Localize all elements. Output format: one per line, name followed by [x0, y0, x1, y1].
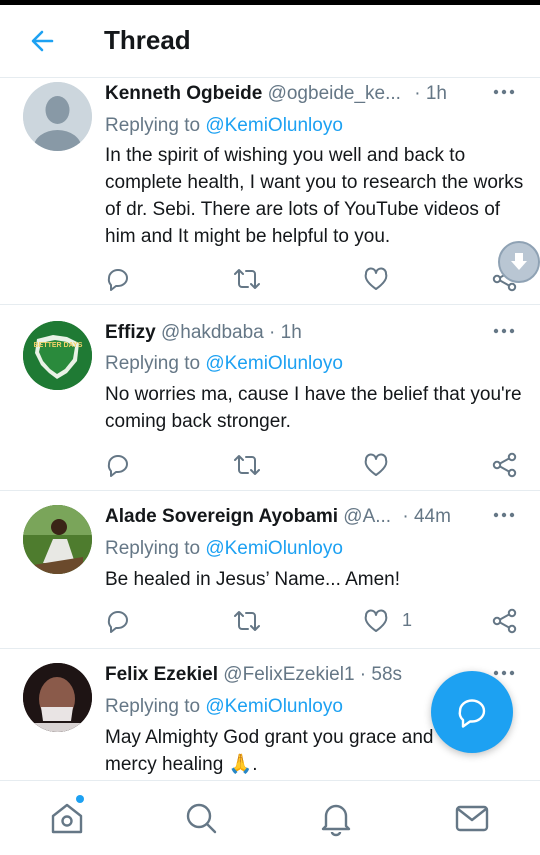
- down-arrow-icon: [511, 253, 527, 270]
- like-button[interactable]: [362, 451, 390, 479]
- timestamp[interactable]: 58s: [371, 664, 402, 685]
- retweet-icon: [234, 269, 260, 289]
- timestamp[interactable]: 1h: [281, 322, 302, 343]
- retweet-icon: [234, 611, 260, 631]
- tweet-header: Effizy @hakdbaba · 1h: [105, 322, 520, 352]
- avatar-caption: BETTER DAYS: [33, 342, 83, 349]
- replying-to-prefix: Replying to: [105, 696, 201, 717]
- tweet-header: Alade Sovereign Ayobami @A... · 44m: [105, 506, 520, 536]
- share-icon: [492, 452, 517, 478]
- replying-to-line: Replying to @KemiOlunloyo: [105, 696, 343, 718]
- bottom-navigation: [0, 780, 540, 855]
- avatar[interactable]: [23, 505, 92, 574]
- tweet-text: In the spirit of wishing you well and ba…: [105, 145, 524, 247]
- tweet-text: May Almighty God grant you grace and mer…: [105, 727, 434, 775]
- mention-link[interactable]: @KemiOlunloyo: [205, 353, 343, 374]
- display-name[interactable]: Felix Ezekiel: [105, 664, 218, 685]
- avatar[interactable]: [23, 82, 92, 151]
- page-title: Thread: [104, 25, 191, 55]
- replying-to-line: Replying to @KemiOlunloyo: [105, 538, 343, 560]
- like-button[interactable]: [362, 265, 390, 293]
- nav-messages[interactable]: [453, 799, 491, 837]
- retweet-icon: [234, 455, 260, 475]
- share-button[interactable]: [491, 451, 519, 479]
- reply-button[interactable]: [104, 451, 132, 479]
- user-handle[interactable]: @FelixEzekiel1: [223, 664, 354, 685]
- messages-icon: [455, 805, 489, 832]
- user-handle[interactable]: @hakdbaba: [161, 322, 264, 343]
- like-button[interactable]: [362, 607, 390, 635]
- replying-to-prefix: Replying to: [105, 538, 201, 559]
- like-icon: [364, 609, 388, 632]
- like-icon: [364, 267, 388, 290]
- notifications-icon: [321, 804, 351, 837]
- like-count: 1: [402, 610, 413, 630]
- retweet-button[interactable]: [233, 451, 261, 479]
- display-name[interactable]: Effizy: [105, 322, 156, 343]
- tweet-header: Kenneth Ogbeide @ogbeide_ke... · 1h: [105, 83, 520, 113]
- reply-tweet[interactable]: BETTER DAYS Effizy @hakdbaba · 1h Replyi…: [0, 305, 540, 491]
- separator-dot: ·: [402, 506, 409, 527]
- compose-reply-icon: [458, 699, 486, 728]
- separator-dot: ·: [414, 83, 421, 104]
- mention-link[interactable]: @KemiOlunloyo: [205, 538, 343, 559]
- more-icon: [493, 512, 515, 518]
- separator-dot: ·: [359, 664, 367, 685]
- mention-link[interactable]: @KemiOlunloyo: [205, 696, 343, 717]
- user-photo-avatar-image: [23, 505, 92, 574]
- nav-notifications[interactable]: [317, 799, 355, 837]
- share-icon: [492, 608, 517, 634]
- reply-tweet[interactable]: Alade Sovereign Ayobami @A... · 44m Repl…: [0, 491, 540, 649]
- compose-reply-button[interactable]: [431, 671, 513, 753]
- timestamp[interactable]: 44m: [414, 506, 451, 527]
- replying-to-line: Replying to @KemiOlunloyo: [105, 353, 343, 375]
- search-icon: [186, 803, 217, 834]
- home-icon: [51, 803, 83, 834]
- retweet-button[interactable]: [233, 607, 261, 635]
- reply-button[interactable]: [104, 265, 132, 293]
- timestamp[interactable]: 1h: [426, 83, 447, 104]
- back-button[interactable]: [24, 23, 60, 59]
- more-options-button[interactable]: [492, 503, 516, 534]
- more-icon: [493, 328, 515, 334]
- home-notification-dot: [76, 795, 84, 803]
- replying-to-prefix: Replying to: [105, 115, 201, 136]
- reply-tweet[interactable]: Kenneth Ogbeide @ogbeide_ke... · 1h Repl…: [0, 78, 540, 305]
- share-button[interactable]: [491, 607, 519, 635]
- scroll-down-button[interactable]: [498, 241, 540, 283]
- avatar[interactable]: [23, 663, 92, 732]
- replying-to-prefix: Replying to: [105, 353, 201, 374]
- thread-header: Thread: [0, 5, 540, 78]
- reply-icon: [107, 611, 128, 633]
- reply-button[interactable]: [104, 607, 132, 635]
- default-avatar-icon: [23, 82, 92, 151]
- better-days-avatar-image: [23, 321, 92, 390]
- retweet-button[interactable]: [233, 265, 261, 293]
- user-photo-avatar-image: [23, 663, 92, 732]
- nav-home[interactable]: [48, 799, 86, 837]
- mention-link[interactable]: @KemiOlunloyo: [205, 115, 343, 136]
- like-icon: [364, 453, 388, 476]
- reply-icon: [107, 269, 128, 291]
- back-arrow-icon: [31, 30, 54, 52]
- more-options-button[interactable]: [492, 80, 516, 111]
- tweet-text: Be healed in Jesus’ Name... Amen!: [105, 569, 401, 590]
- separator-dot: ·: [269, 322, 276, 343]
- display-name[interactable]: Kenneth Ogbeide: [105, 83, 262, 104]
- nav-search[interactable]: [182, 799, 220, 837]
- reply-icon: [107, 455, 128, 477]
- more-options-button[interactable]: [492, 319, 516, 350]
- replying-to-line: Replying to @KemiOlunloyo: [105, 115, 343, 137]
- avatar[interactable]: BETTER DAYS: [23, 321, 92, 390]
- more-icon: [493, 89, 515, 95]
- tweet-text: No worries ma, cause I have the belief t…: [105, 384, 522, 432]
- display-name[interactable]: Alade Sovereign Ayobami: [105, 506, 338, 527]
- user-handle[interactable]: @ogbeide_ke...: [268, 83, 401, 104]
- user-handle[interactable]: @A...: [343, 506, 391, 527]
